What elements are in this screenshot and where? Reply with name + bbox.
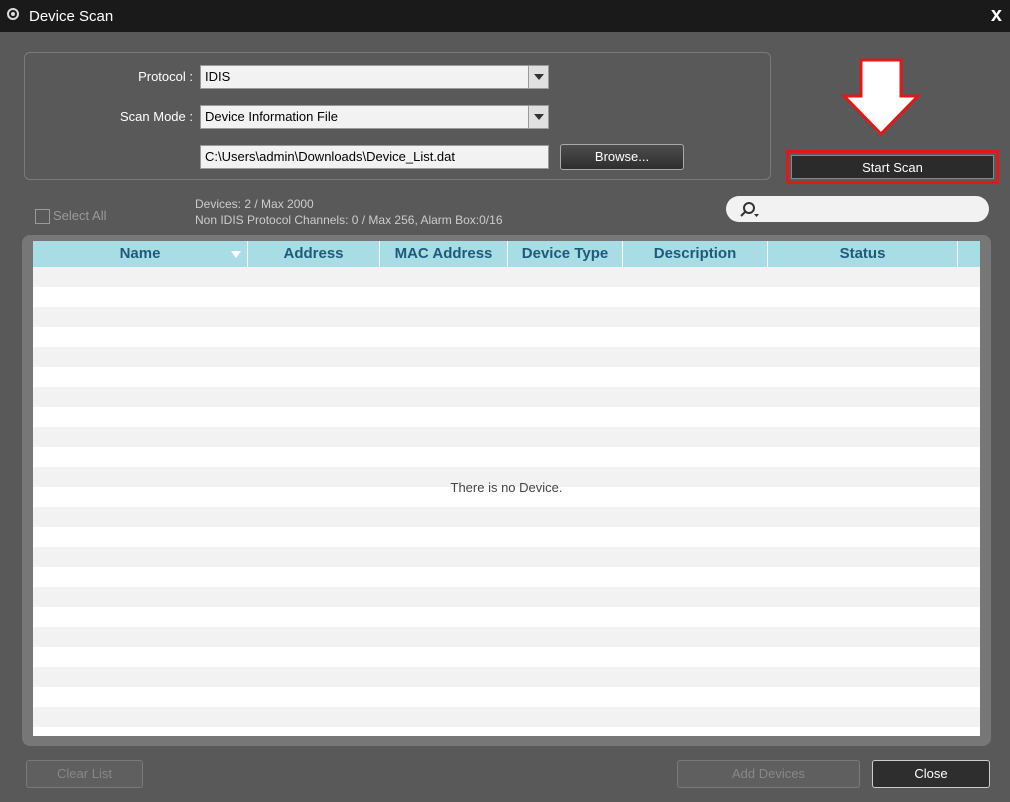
close-button[interactable]: Close xyxy=(872,760,990,788)
table-row xyxy=(33,527,980,547)
select-all-checkbox[interactable]: Select All xyxy=(35,208,106,226)
table-row xyxy=(33,427,980,447)
start-scan-highlight: Start Scan xyxy=(786,150,999,184)
table-row xyxy=(33,587,980,607)
table-body xyxy=(33,267,980,736)
checkbox-icon[interactable] xyxy=(35,209,50,225)
settings-icon xyxy=(7,8,19,20)
search-icon[interactable] xyxy=(738,201,760,218)
column-header-description[interactable]: Description xyxy=(623,241,768,267)
column-header-device-type[interactable]: Device Type xyxy=(508,241,623,267)
add-devices-button[interactable]: Add Devices xyxy=(677,760,860,788)
table-row xyxy=(33,727,980,736)
device-table: Name Address MAC Address Device Type Des… xyxy=(33,241,980,736)
select-all-label: Select All xyxy=(53,208,107,223)
window-close-button[interactable]: x xyxy=(991,4,1002,26)
table-row xyxy=(33,407,980,427)
table-row xyxy=(33,507,980,527)
column-header-mac-address[interactable]: MAC Address xyxy=(380,241,508,267)
table-row xyxy=(33,347,980,367)
table-row xyxy=(33,327,980,347)
table-row xyxy=(33,447,980,467)
browse-button[interactable]: Browse... xyxy=(560,144,684,170)
title-bar: Device Scan x xyxy=(0,0,1010,32)
table-header: Name Address MAC Address Device Type Des… xyxy=(33,241,980,267)
table-row xyxy=(33,687,980,707)
scan-mode-label: Scan Mode : xyxy=(120,109,193,124)
protocol-select[interactable]: IDIS xyxy=(200,65,549,89)
protocol-label: Protocol : xyxy=(138,69,193,84)
window-title: Device Scan xyxy=(29,8,114,25)
down-arrow-indicator-icon xyxy=(840,58,922,137)
table-row xyxy=(33,707,980,727)
table-row xyxy=(33,627,980,647)
table-row xyxy=(33,387,980,407)
column-header-name[interactable]: Name xyxy=(33,241,248,267)
empty-table-message: There is no Device. xyxy=(450,480,563,495)
start-scan-button[interactable]: Start Scan xyxy=(791,155,994,179)
chevron-down-icon[interactable] xyxy=(528,66,548,88)
table-row xyxy=(33,287,980,307)
table-row xyxy=(33,607,980,627)
column-header-status[interactable]: Status xyxy=(768,241,958,267)
devices-count-text: Devices: 2 / Max 2000 xyxy=(195,197,314,211)
scan-mode-select[interactable]: Device Information File xyxy=(200,105,549,129)
table-row xyxy=(33,267,980,287)
table-row xyxy=(33,667,980,687)
file-path-field[interactable]: C:\Users\admin\Downloads\Device_List.dat xyxy=(200,145,549,169)
protocol-value: IDIS xyxy=(205,69,231,84)
table-row xyxy=(33,567,980,587)
table-row xyxy=(33,647,980,667)
table-row xyxy=(33,547,980,567)
clear-list-button[interactable]: Clear List xyxy=(26,760,143,788)
column-header-address[interactable]: Address xyxy=(248,241,380,267)
channels-info-text: Non IDIS Protocol Channels: 0 / Max 256,… xyxy=(195,213,503,227)
search-input[interactable] xyxy=(726,196,989,222)
chevron-down-icon[interactable] xyxy=(528,106,548,128)
table-row xyxy=(33,307,980,327)
table-row xyxy=(33,367,980,387)
sort-down-icon[interactable] xyxy=(231,251,241,258)
scan-mode-value: Device Information File xyxy=(205,109,338,124)
